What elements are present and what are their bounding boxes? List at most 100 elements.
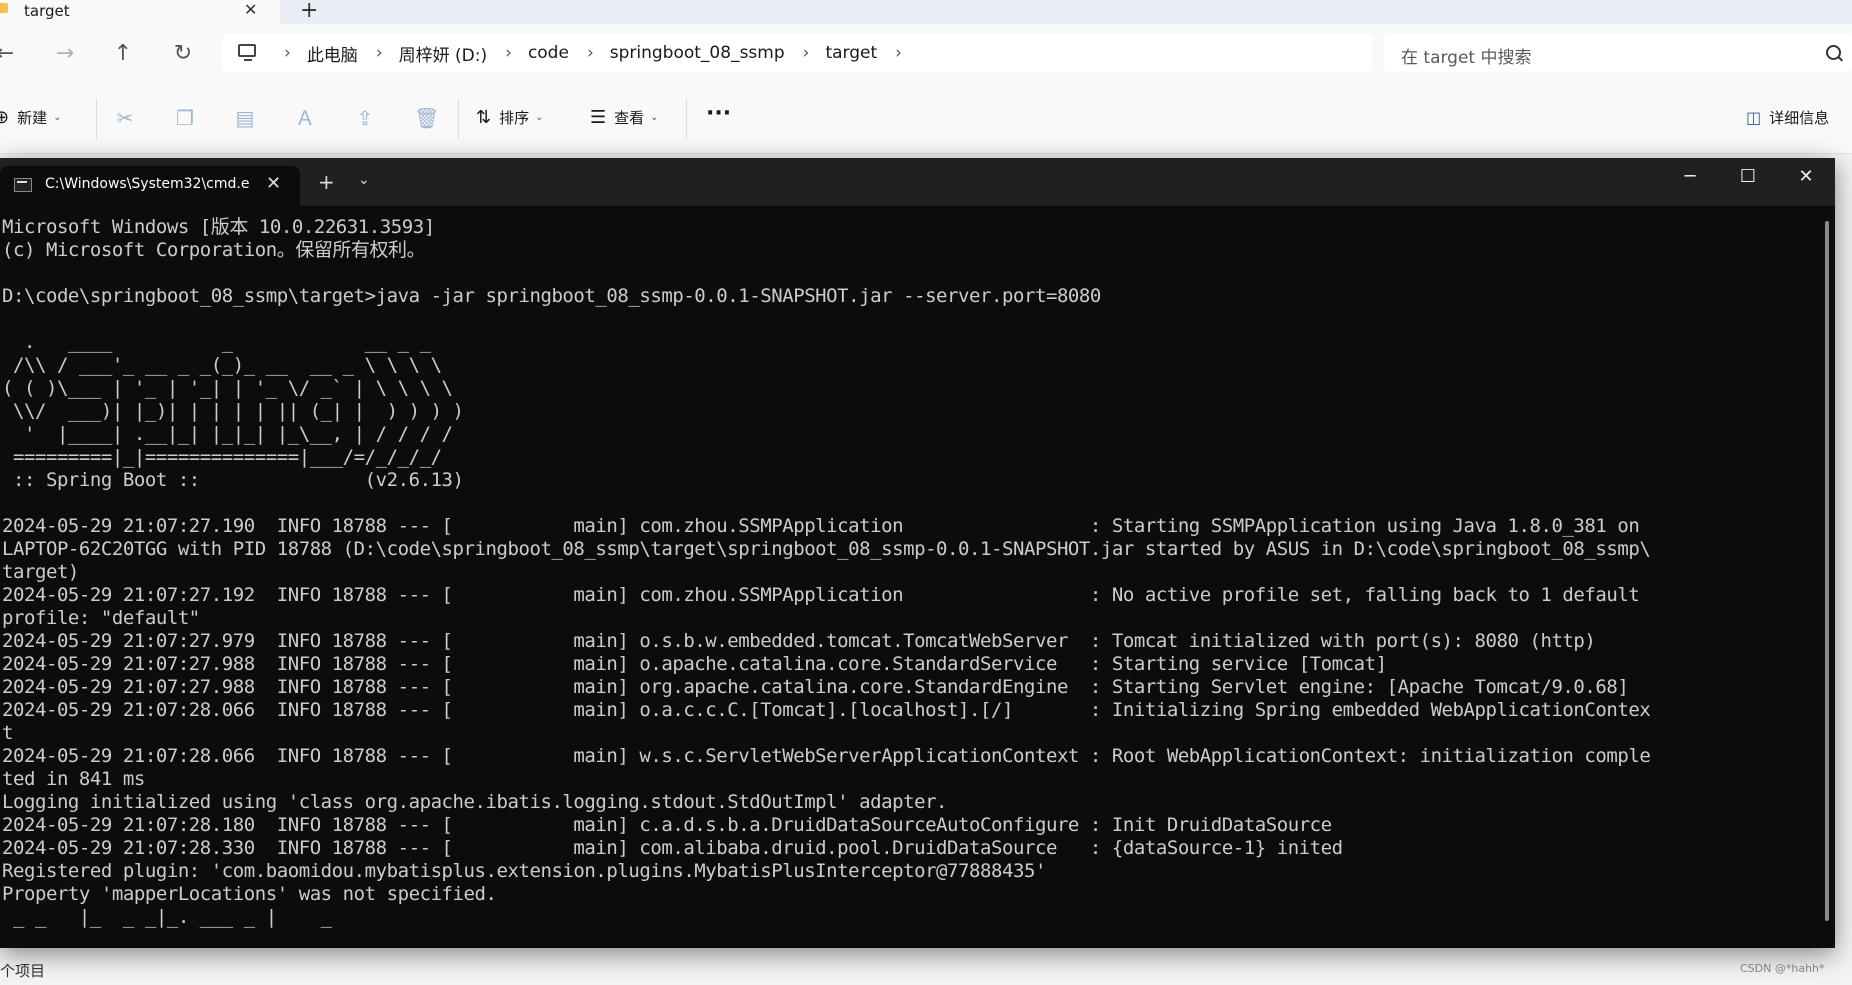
close-tab-icon[interactable]: ✕ <box>244 0 257 19</box>
console-line: 2024-05-29 21:07:27.979 INFO 18788 --- [… <box>2 630 1596 652</box>
close-tab-icon[interactable]: ✕ <box>266 173 281 194</box>
console-line: 2024-05-29 21:07:27.190 INFO 18788 --- [… <box>2 515 1640 537</box>
breadcrumb-project[interactable]: springboot_08_ssmp <box>610 43 785 63</box>
copy-icon[interactable]: ❐ <box>174 107 196 129</box>
command-divider <box>458 99 459 139</box>
up-arrow-icon[interactable]: ↑ <box>108 40 138 68</box>
details-pane-icon: ◫ <box>1746 108 1762 127</box>
forward-arrow-icon[interactable]: → <box>50 40 80 68</box>
console-line: 2024-05-29 21:07:27.192 INFO 18788 --- [… <box>2 584 1640 606</box>
explorer-tab[interactable]: target ✕ <box>0 0 280 24</box>
breadcrumb-separator[interactable]: › <box>895 43 902 63</box>
terminal-titlebar[interactable]: C:\Windows\System32\cmd.e ✕ + ⌄ ─ ☐ ✕ <box>0 158 1835 206</box>
search-placeholder: 在 target 中搜索 <box>1401 48 1532 68</box>
console-line: :: Spring Boot :: (v2.6.13) <box>2 469 464 491</box>
details-pane-button[interactable]: ◫ 详细信息 <box>1746 107 1829 128</box>
console-line: 2024-05-29 21:07:27.988 INFO 18788 --- [… <box>2 653 1387 675</box>
console-line: LAPTOP-62C20TGG with PID 18788 (D:\code\… <box>2 538 1651 560</box>
console-line: profile: "default" <box>2 607 200 629</box>
console-line: t <box>2 722 13 744</box>
minimize-icon[interactable]: ─ <box>1670 166 1710 187</box>
console-line: 2024-05-29 21:07:28.180 INFO 18788 --- [… <box>2 814 1332 836</box>
back-arrow-icon[interactable]: ← <box>0 40 20 68</box>
console-line: =========|_|==============|___/=/_/_/_/ <box>2 446 442 468</box>
console-line: \\/ ___)| |_)| | | | | || (_| | ) ) ) ) <box>2 400 464 422</box>
console-line: Logging initialized using 'class org.apa… <box>2 791 948 813</box>
console-line: target) <box>2 561 79 583</box>
details-label: 详细信息 <box>1769 109 1830 127</box>
command-prompt-icon <box>14 178 32 192</box>
item-count: 个项目 <box>0 962 46 980</box>
explorer-status-bar: 个项目 CSDN @*hahh* <box>0 955 1852 985</box>
explorer-tab-bar: target ✕ + <box>0 0 1852 24</box>
breadcrumb-separator[interactable]: › <box>284 43 291 63</box>
chevron-down-icon: ⌄ <box>650 112 659 123</box>
search-input[interactable]: 在 target 中搜索 <box>1384 34 1852 72</box>
scrollbar-thumb[interactable] <box>1825 221 1829 921</box>
terminal-tab[interactable]: C:\Windows\System32\cmd.e ✕ <box>0 166 300 206</box>
console-output[interactable]: Microsoft Windows [版本 10.0.22631.3593] (c… <box>2 216 1802 946</box>
breadcrumb-separator[interactable]: › <box>376 43 383 63</box>
console-line: ' |____| .__|_| |_|_| |_\__, | / / / / <box>2 423 453 445</box>
chevron-down-icon: ⌄ <box>535 112 544 123</box>
view-label: 查看 <box>614 109 645 127</box>
terminal-window: C:\Windows\System32\cmd.e ✕ + ⌄ ─ ☐ ✕ Mi… <box>0 158 1835 948</box>
scrollbar[interactable] <box>1820 206 1835 948</box>
console-line: ted in 841 ms <box>2 768 145 790</box>
computer-icon <box>238 44 256 61</box>
new-tab-icon[interactable]: + <box>318 170 335 194</box>
console-line: Microsoft Windows [版本 10.0.22631.3593] <box>2 216 435 238</box>
address-bar[interactable]: › 此电脑 › 周梓妍 (D:) › code › springboot_08_… <box>222 34 1372 72</box>
console-line: Registered plugin: 'com.baomidou.mybatis… <box>2 860 1046 882</box>
view-button[interactable]: ☰ 查看 ⌄ <box>590 107 659 128</box>
breadcrumb-separator[interactable]: › <box>803 43 810 63</box>
breadcrumb-separator[interactable]: › <box>505 43 512 63</box>
console-line: ( ( )\___ | '_ | '_| | '_ \/ _` | \ \ \ … <box>2 377 453 399</box>
sort-icon: ⇅ <box>476 107 492 128</box>
explorer-navigation-bar: ← → ↑ ↻ › 此电脑 › 周梓妍 (D:) › code › spring… <box>0 24 1852 85</box>
console-line: Property 'mapperLocations' was not speci… <box>2 883 497 905</box>
close-window-icon[interactable]: ✕ <box>1786 166 1826 187</box>
paste-icon[interactable]: ▤ <box>234 107 256 129</box>
view-list-icon: ☰ <box>590 107 607 128</box>
breadcrumb: › 此电脑 › 周梓妍 (D:) › code › springboot_08_… <box>266 34 918 72</box>
chevron-down-icon[interactable]: ⌄ <box>358 172 370 188</box>
maximize-icon[interactable]: ☐ <box>1728 166 1768 187</box>
breadcrumb-this-pc[interactable]: 此电脑 <box>307 41 358 66</box>
new-button[interactable]: ⊕ 新建 ⌄ <box>0 107 62 128</box>
sort-button[interactable]: ⇅ 排序 ⌄ <box>476 107 544 128</box>
console-line: 2024-05-29 21:07:28.066 INFO 18788 --- [… <box>2 745 1651 767</box>
share-icon[interactable]: ⇪ <box>354 107 376 129</box>
watermark: CSDN @*hahh* <box>1740 962 1825 975</box>
console-line: D:\code\springboot_08_ssmp\target>java -… <box>2 285 1101 307</box>
console-line: _ _ |_ _ _|_. ___ _ | _ <box>2 906 332 928</box>
chevron-down-icon: ⌄ <box>53 112 62 123</box>
breadcrumb-target[interactable]: target <box>825 43 877 63</box>
search-icon[interactable] <box>1826 45 1841 60</box>
new-label: 新建 <box>17 109 48 127</box>
new-tab-icon[interactable]: + <box>300 0 318 23</box>
more-options-button[interactable]: ··· <box>706 101 731 126</box>
console-line: 2024-05-29 21:07:28.066 INFO 18788 --- [… <box>2 699 1651 721</box>
console-line: 2024-05-29 21:07:27.988 INFO 18788 --- [… <box>2 676 1629 698</box>
console-line: . ____ _ __ _ _ <box>2 331 431 353</box>
delete-icon[interactable]: 🗑 <box>414 107 439 129</box>
add-circle-icon: ⊕ <box>0 107 10 128</box>
command-divider <box>686 99 687 139</box>
terminal-tab-title: C:\Windows\System32\cmd.e <box>45 176 250 192</box>
breadcrumb-code[interactable]: code <box>528 43 569 63</box>
console-line: (c) Microsoft Corporation。保留所有权利。 <box>2 239 426 261</box>
command-divider <box>96 99 97 139</box>
folder-icon <box>0 3 8 13</box>
cut-icon[interactable]: ✂ <box>114 107 136 129</box>
breadcrumb-separator[interactable]: › <box>587 43 594 63</box>
explorer-tab-title: target <box>24 2 70 20</box>
console-text: Microsoft Windows [版本 10.0.22631.3593] (c… <box>2 216 1802 929</box>
explorer-command-bar: ⊕ 新建 ⌄ ✂ ❐ ▤ Ａ ⇪ 🗑 ⇅ 排序 ⌄ ☰ 查看 ⌄ ··· ◫ 详… <box>0 85 1852 154</box>
refresh-icon[interactable]: ↻ <box>168 40 198 68</box>
breadcrumb-drive[interactable]: 周梓妍 (D:) <box>399 41 488 66</box>
rename-icon[interactable]: Ａ <box>294 107 316 129</box>
